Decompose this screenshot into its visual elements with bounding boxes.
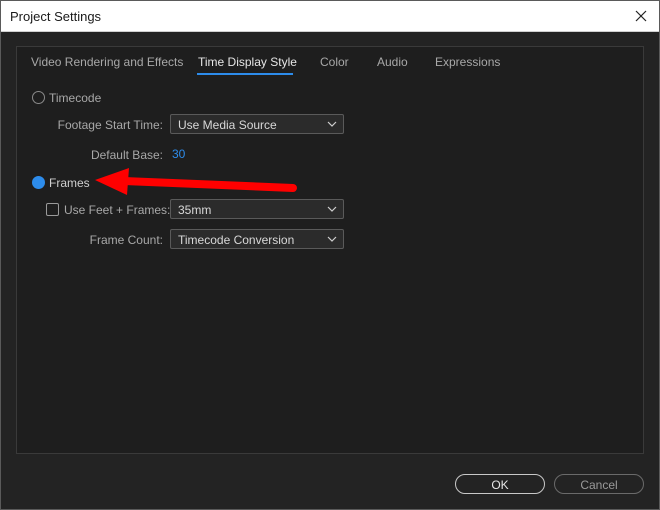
- chevron-down-icon: [327, 206, 337, 212]
- chevron-down-icon: [327, 121, 337, 127]
- frames-label: Frames: [49, 176, 90, 190]
- cancel-button[interactable]: Cancel: [554, 474, 644, 494]
- project-settings-dialog: Project Settings Video Rendering and Eff…: [0, 0, 660, 510]
- use-feet-frames-value: 35mm: [178, 203, 212, 217]
- close-button[interactable]: [631, 6, 651, 26]
- tab-expressions[interactable]: Expressions: [435, 55, 500, 69]
- timecode-radio[interactable]: [32, 91, 45, 104]
- frame-count-label: Frame Count:: [89, 233, 163, 247]
- chevron-down-icon: [327, 236, 337, 242]
- footage-start-time-label: Footage Start Time:: [57, 118, 163, 132]
- tab-time-display-style[interactable]: Time Display Style: [198, 55, 297, 69]
- frames-radio[interactable]: [32, 176, 45, 189]
- tab-video-rendering-and-effects[interactable]: Video Rendering and Effects: [31, 55, 183, 69]
- red-arrow-annotation: [95, 168, 297, 195]
- use-feet-frames-checkbox[interactable]: [46, 203, 59, 216]
- default-base-value[interactable]: 30: [172, 147, 185, 161]
- window-title: Project Settings: [10, 9, 102, 24]
- frame-count-value: Timecode Conversion: [178, 233, 295, 247]
- timecode-label: Timecode: [49, 91, 102, 105]
- footage-start-time-select[interactable]: Use Media Source: [170, 114, 344, 134]
- default-base-label: Default Base:: [90, 148, 163, 162]
- tab-audio[interactable]: Audio: [377, 55, 408, 69]
- use-feet-frames-select[interactable]: 35mm: [170, 199, 344, 219]
- frame-count-select[interactable]: Timecode Conversion: [170, 229, 344, 249]
- tab-color[interactable]: Color: [320, 55, 349, 69]
- footage-start-time-value: Use Media Source: [178, 118, 277, 132]
- ok-button-label: OK: [491, 478, 509, 492]
- active-tab-indicator: [197, 73, 293, 75]
- title-bar: Project Settings: [1, 1, 659, 32]
- ok-button[interactable]: OK: [455, 474, 545, 494]
- settings-panel: Video Rendering and Effects Time Display…: [16, 46, 644, 454]
- close-icon: [635, 10, 647, 22]
- use-feet-frames-label: Use Feet + Frames:: [64, 203, 171, 217]
- cancel-button-label: Cancel: [580, 478, 618, 492]
